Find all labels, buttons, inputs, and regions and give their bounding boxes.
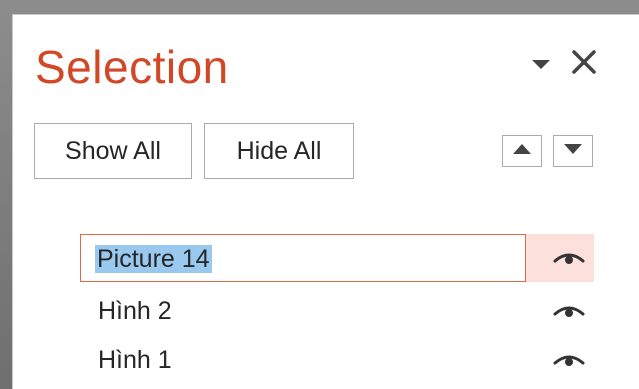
close-icon [572, 50, 596, 74]
triangle-up-icon [513, 144, 531, 154]
list-item-label: Hình 1 [98, 346, 172, 374]
show-all-button[interactable]: Show All [34, 123, 192, 179]
list-item[interactable]: Hình 1 [80, 336, 594, 384]
eye-icon[interactable] [553, 349, 585, 371]
eye-icon[interactable] [553, 247, 585, 269]
pane-title: Selection [35, 41, 229, 93]
list-item[interactable]: Hình 2 [80, 287, 594, 335]
rename-field[interactable]: Picture 14 [80, 234, 526, 282]
pane-options-dropdown[interactable] [530, 57, 552, 71]
bring-forward-button[interactable] [502, 135, 542, 167]
hide-all-button[interactable]: Hide All [204, 123, 354, 179]
dropdown-arrow-icon [532, 60, 550, 69]
list-item-label: Hình 2 [98, 297, 172, 325]
list-item-label: Picture 14 [95, 245, 212, 273]
close-pane-button[interactable] [569, 47, 599, 77]
send-backward-button[interactable] [553, 135, 593, 167]
triangle-down-icon [564, 144, 582, 154]
list-item[interactable]: Picture 14 [80, 234, 594, 282]
eye-icon[interactable] [553, 300, 585, 322]
